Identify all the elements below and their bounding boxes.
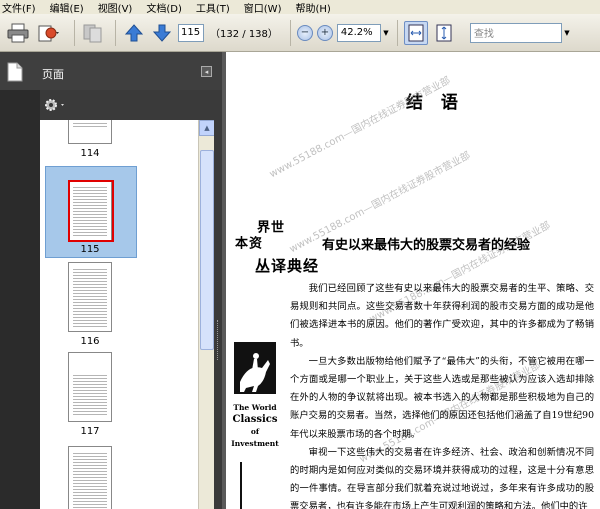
thumbnail-label: 115 [80, 244, 100, 255]
pages-icon[interactable] [7, 62, 23, 82]
horse-rider-logo [234, 342, 276, 394]
menu-window[interactable]: 窗口(W) [244, 0, 282, 15]
view-area-frame[interactable] [68, 180, 114, 242]
panel-collapse-button[interactable]: ◂ [201, 66, 212, 77]
brand-rule [240, 462, 242, 509]
toolbar-separator [289, 19, 291, 46]
page-number-input[interactable]: 115 [178, 23, 204, 42]
thumbnail-item[interactable]: 114 [40, 120, 198, 166]
thumbnail-item-selected[interactable]: 115 [40, 166, 198, 258]
page-count-label: （132 / 138） [210, 29, 278, 40]
fit-page-button[interactable] [432, 21, 456, 45]
page-thumbnail [68, 352, 112, 422]
panel-title: 页面 [42, 68, 64, 81]
previous-page-button[interactable] [122, 21, 146, 45]
splitter-grip [217, 320, 219, 360]
print-button[interactable] [6, 21, 30, 45]
text-lines [73, 373, 107, 417]
menu-tools[interactable]: 工具(T) [196, 0, 230, 15]
thumbnail-scrollbar[interactable]: ▲ [198, 120, 215, 509]
menu-bar: 文件(F) 编辑(E) 视图(V) 文档(D) 工具(T) 窗口(W) 帮助(H… [0, 0, 600, 15]
panel-splitter[interactable] [214, 120, 222, 509]
gear-icon[interactable] [43, 97, 69, 113]
document-page[interactable]: 结 语 www.55188.com—国内在线证券股市营业部 www.55188.… [226, 52, 600, 509]
search-dropdown-arrow[interactable]: ▼ [562, 24, 572, 42]
arrow-down-icon [152, 24, 172, 42]
thumbnail-item[interactable] [40, 446, 198, 509]
chevron-up-icon: ▲ [204, 124, 210, 132]
series-brand-en: The World Classics of Investment [228, 402, 282, 450]
section-title: 有史以来最伟大的股票交易者的经验 [322, 238, 531, 253]
printer-icon [7, 23, 29, 42]
page-thumbnail [68, 262, 112, 332]
panel-tab-strip [0, 90, 40, 509]
scroll-up-button[interactable]: ▲ [199, 120, 215, 136]
toolbar: 115 （132 / 138） − + 42.2% ▼ 查找 ▼ [0, 14, 600, 52]
arrow-up-icon [124, 23, 144, 41]
page-thumbnail [68, 180, 114, 242]
watermark-text: www.55188.com—国内在线证券股市营业部 [267, 75, 453, 181]
pages-panel-header: 页面 ◂ [0, 52, 222, 90]
plus-icon: + [320, 26, 330, 38]
menu-document[interactable]: 文档(D) [146, 0, 182, 15]
collaborate-button[interactable] [81, 21, 105, 45]
chevron-left-icon: ◂ [204, 67, 209, 76]
chevron-down-icon: ▼ [564, 28, 570, 37]
menu-edit[interactable]: 编辑(E) [50, 0, 84, 15]
toolbar-separator [115, 19, 116, 46]
brand-text: 资本 [232, 236, 261, 249]
brand-text: 世界 [254, 220, 283, 233]
zoom-out-button[interactable]: − [296, 24, 313, 41]
menu-help[interactable]: 帮助(H) [295, 0, 330, 15]
email-attach-button[interactable] [34, 21, 64, 45]
zoom-level-input[interactable]: 42.2% [336, 23, 381, 42]
search-input[interactable]: 查找 [469, 22, 562, 43]
paragraph: 我们已经回顾了这些有史以来最伟大的股票交易者的生平、策略、交易规则和共同点。这些… [290, 283, 594, 349]
text-lines [73, 451, 107, 509]
zoom-dropdown-arrow[interactable]: ▼ [381, 24, 391, 42]
paragraph: 一旦大多数出版物给他们赋予了“最伟大”的头衔，不管它被用在哪一个方面或是哪一个职… [290, 355, 594, 440]
toolbar-separator [74, 19, 75, 46]
brand-en-line: The World [233, 403, 277, 412]
brand-en-line: Classics [232, 414, 278, 425]
thumbnail-label: 114 [80, 148, 100, 159]
brand-text: 经典译丛 [253, 258, 319, 273]
thumbnail-label: 117 [80, 426, 100, 437]
page-thumbnail [68, 120, 112, 144]
scroll-thumb[interactable] [200, 150, 214, 350]
zoom-in-button[interactable]: + [316, 24, 333, 41]
paragraph: 审视一下这些伟大的交易者在许多经济、社会、政治和创新情况不同的时期内是如何应对类… [290, 446, 594, 509]
thumbnail-label: 116 [80, 336, 100, 347]
panel-options-bar [40, 90, 222, 120]
fit-width-icon [408, 24, 424, 41]
menu-view[interactable]: 视图(V) [98, 0, 133, 15]
body-text: 我们已经回顾了这些有史以来最伟大的股票交易者的生平、策略、交易规则和共同点。这些… [290, 280, 594, 509]
minus-icon: − [300, 26, 310, 38]
fit-page-icon [436, 24, 452, 41]
next-page-button[interactable] [150, 21, 174, 45]
attach-document-icon [38, 25, 59, 41]
toolbar-separator [396, 19, 398, 46]
chevron-down-icon: ▼ [383, 28, 389, 37]
brand-en-line: of Investment [231, 427, 279, 448]
thumbnail-list[interactable]: 114 115 116 117 [40, 120, 198, 509]
share-review-icon [83, 24, 102, 42]
horse-rider-icon [234, 342, 276, 394]
thumbnail-item[interactable]: 116 [40, 262, 198, 352]
text-lines [73, 267, 107, 327]
fit-width-button[interactable] [403, 20, 428, 45]
menu-file[interactable]: 文件(F) [2, 0, 36, 15]
page-thumbnail [68, 446, 112, 509]
thumbnail-item[interactable]: 117 [40, 352, 198, 442]
text-lines [73, 121, 107, 129]
